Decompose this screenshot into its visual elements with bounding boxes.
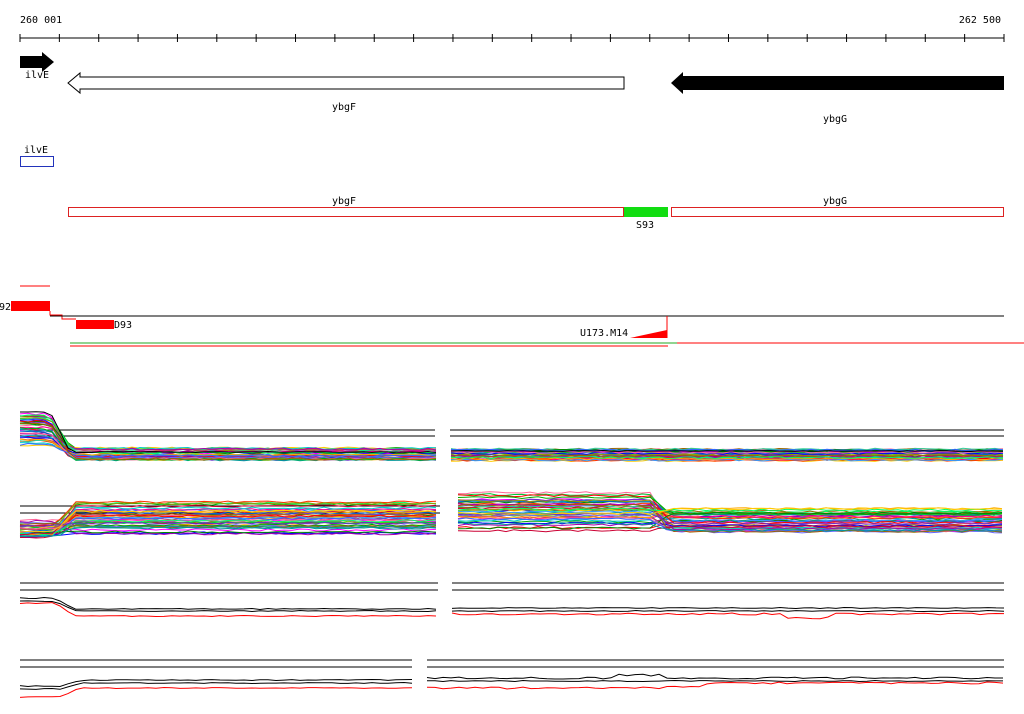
trace-panel-4 <box>19 659 1004 698</box>
expression-trace <box>19 416 437 452</box>
expression-trace <box>20 411 437 454</box>
coordinate-ruler: 260 001 262 500 <box>19 15 1005 42</box>
expression-trace <box>19 434 437 450</box>
u-segment-ramp[interactable] <box>630 330 667 338</box>
panel-4-right-lines <box>426 673 1004 690</box>
ybgF-box-label: ybgF <box>332 196 356 207</box>
ybgF-gene-arrow[interactable] <box>67 71 625 95</box>
ybgF-feature-box[interactable] <box>68 207 624 217</box>
expression-traces <box>19 411 1005 698</box>
ybgF-gene-label: ybgF <box>332 102 356 113</box>
expression-trace <box>426 681 1004 690</box>
gene-track: ilvE ybgF ybgG <box>20 52 1004 125</box>
expression-trace <box>451 606 1005 610</box>
left-segment-label: 92 <box>0 302 11 313</box>
intergenic-s-label: S93 <box>636 220 654 231</box>
trace-panel-3 <box>19 582 1005 620</box>
panel-2-left-lines <box>19 500 437 539</box>
ybgG-gene-label: ybgG <box>823 114 847 125</box>
d-segment-block[interactable] <box>76 320 114 329</box>
panel-1-right-lines <box>450 447 1004 463</box>
feature-track: ilvE ybgF S93 ybgG <box>20 145 1004 231</box>
ilvE-gene-arrow[interactable] <box>20 52 54 72</box>
panel-3-left-lines <box>19 596 437 618</box>
expression-trace <box>426 673 1003 680</box>
ybgG-feature-box[interactable] <box>671 207 1004 217</box>
panel-3-right-lines <box>451 606 1005 620</box>
left-segment-block[interactable] <box>11 301 50 311</box>
ruler-end-label: 262 500 <box>959 15 1001 26</box>
expression-trace <box>451 612 1005 620</box>
trace-panel-1 <box>19 411 1004 463</box>
trace-panel-2 <box>19 491 1003 539</box>
expression-trace <box>451 609 1005 613</box>
ruler-start-label: 260 001 <box>20 15 62 26</box>
expression-trace <box>19 415 437 451</box>
intergenic-s-block[interactable] <box>624 207 668 217</box>
segment-track: 92 D93 U173.M14 <box>0 285 1024 347</box>
ybgG-box-label: ybgG <box>823 196 847 207</box>
expression-trace <box>19 600 437 613</box>
ybgG-gene-arrow[interactable] <box>671 72 1004 94</box>
genome-browser: 260 001 262 500 ilvE ybgF ybgG ilvE ybgF… <box>0 15 1024 698</box>
expression-trace <box>19 686 413 698</box>
panel-2-right-lines <box>457 491 1003 534</box>
expression-trace <box>19 596 437 611</box>
d-segment-label: D93 <box>114 320 132 331</box>
expression-trace <box>19 417 437 452</box>
ilvE-feature-box[interactable] <box>20 156 54 167</box>
expression-trace <box>19 424 437 451</box>
u-segment-label: U173.M14 <box>580 328 628 339</box>
ilvE-gene-label: ilvE <box>25 70 49 81</box>
panel-4-left-lines <box>19 678 413 698</box>
segment-steps <box>49 311 76 320</box>
ilvE-box-label: ilvE <box>24 145 48 156</box>
expression-trace <box>427 679 1003 683</box>
